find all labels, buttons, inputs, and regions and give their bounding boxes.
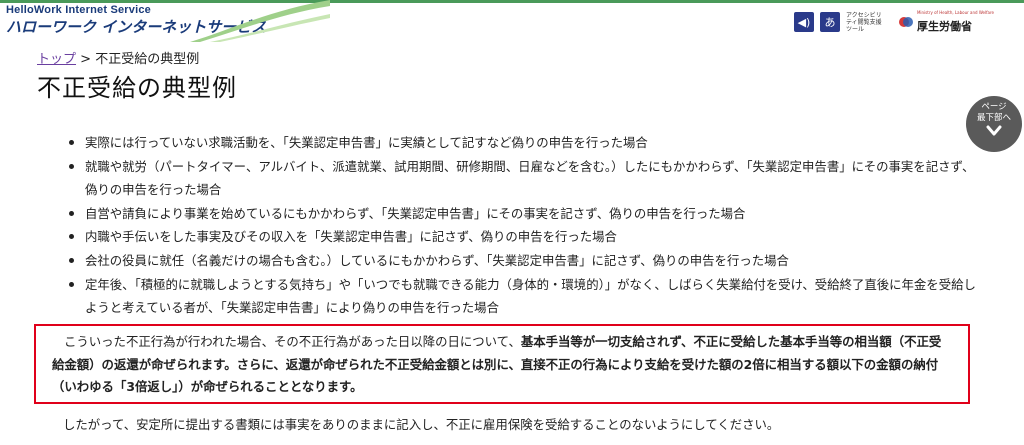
site-header: HelloWork Internet Service ハローワーク インターネッ…: [0, 0, 1024, 42]
list-item: 内職や手伝いをした事実及びその収入を「失業認定申告書」に記さず、偽りの申告を行っ…: [69, 225, 985, 249]
ministry-emblem-icon: [898, 17, 913, 27]
breadcrumb-separator: >: [76, 52, 96, 67]
fraud-example-list: 実際には行っていない求職活動を、「失業認定申告書」に実績として記すなど偽りの申告…: [63, 131, 985, 320]
header-tools: ◀) あ アクセシビリティ閲覧支援ツール Ministry of Health,…: [793, 10, 994, 34]
penalty-notice-box: こういった不正行為が行われた場合、その不正行為があった日以降の日について、基本手…: [34, 324, 970, 404]
list-item: 自営や請負により事業を始めているにもかかわらず、「失業認定申告書」にその事実を記…: [69, 202, 985, 226]
text-size-icon[interactable]: あ: [819, 12, 840, 32]
list-item: 就職や就労（パートタイマー、アルバイト、派遣就業、試用期間、研修期間、日雇などを…: [69, 155, 985, 202]
breadcrumb-home-link[interactable]: トップ: [37, 52, 76, 67]
page-title: 不正受給の典型例: [37, 74, 237, 102]
breadcrumb: トップ > 不正受給の典型例: [37, 48, 199, 67]
ministry-name: 厚生労働省: [916, 20, 972, 33]
scroll-button-label-line2: 最下部へ: [976, 113, 1011, 123]
scroll-to-bottom-button[interactable]: ページ 最下部へ: [966, 96, 1022, 152]
speaker-icon[interactable]: ◀): [793, 12, 814, 32]
closing-paragraph: したがって、安定所に提出する書類には事実をありのままに記入し、不正に雇用保険を受…: [63, 417, 780, 432]
ministry-english-name: Ministry of Health, Labour and Welfare: [916, 10, 994, 15]
header-accent-line: [0, 0, 1024, 3]
notice-intro-text: こういった不正行為が行われた場合、その不正行為があった日以降の日について、: [64, 334, 521, 349]
breadcrumb-current: 不正受給の典型例: [95, 52, 200, 67]
accessibility-tool-label[interactable]: アクセシビリティ閲覧支援ツール: [846, 12, 886, 33]
list-item: 実際には行っていない求職活動を、「失業認定申告書」に実績として記すなど偽りの申告…: [69, 131, 985, 155]
ministry-logo-link[interactable]: Ministry of Health, Labour and Welfare 厚…: [898, 10, 994, 34]
leaf-decoration-icon: [190, 0, 330, 42]
scroll-button-label-line1: ページ: [981, 102, 1007, 112]
list-item: 定年後、「積極的に就職しようとする気持ち」や「いつでも就職できる能力（身体的・環…: [69, 273, 985, 320]
chevron-down-icon: [986, 125, 1002, 136]
list-item: 会社の役員に就任（名義だけの場合も含む。）しているにもかかわらず、「失業認定申告…: [69, 249, 985, 273]
